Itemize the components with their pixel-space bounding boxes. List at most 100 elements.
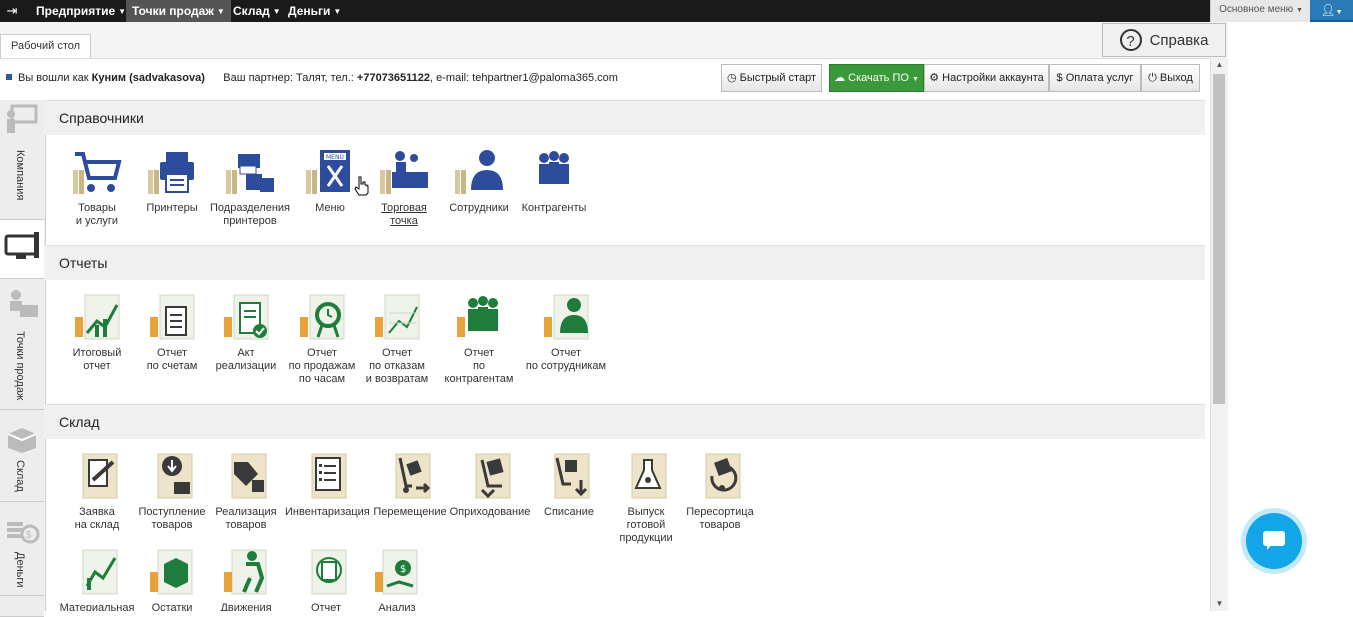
section-header-reports: Отчеты xyxy=(45,245,1205,280)
tab-desktop[interactable]: Рабочий стол xyxy=(0,34,92,58)
wh-item-report[interactable]: Отчет xyxy=(285,548,367,611)
report-item-employees[interactable]: Отчет по сотрудникам xyxy=(525,293,607,373)
chat-bubble-icon xyxy=(1263,531,1285,550)
ref-item-goods[interactable]: Товары и услуги xyxy=(56,148,138,228)
report-item-hourly-sales[interactable]: Отчет по продажам по часам xyxy=(281,293,363,386)
report-item-summary[interactable]: Итоговый отчет xyxy=(56,293,138,373)
tab-bar: Рабочий стол ? Справка xyxy=(0,22,1228,59)
ref-item-printer-groups[interactable]: Подразделения принтеров xyxy=(209,148,291,228)
partner-prefix: Ваш партнер: Талят, тел.: xyxy=(223,72,354,84)
download-label: Скачать ПО xyxy=(848,72,909,84)
contractors-icon xyxy=(539,151,569,184)
payment-label: Оплата услуг xyxy=(1065,72,1134,84)
employees-report-icon xyxy=(544,294,589,340)
report-item-bills[interactable]: Отчет по счетам xyxy=(131,293,213,373)
wh-item-material[interactable]: Материальная xyxy=(56,548,138,611)
sidebar-item-warehouse[interactable]: Склад xyxy=(0,410,44,502)
sidebar-item-pos[interactable] xyxy=(0,220,44,279)
download-button[interactable]: ☁ Скачать ПО ▼ xyxy=(829,64,924,92)
quick-start-label: Быстрый старт xyxy=(739,72,816,84)
logged-prefix: Вы вошли как xyxy=(18,72,89,84)
logout-label: Выход xyxy=(1159,72,1193,84)
wh-item-transfer[interactable]: Перемещение xyxy=(369,452,451,519)
info-bar: Вы вошли как Куним (sadvakasova) Ваш пар… xyxy=(0,62,1210,96)
user-icon: 👤︎ xyxy=(1320,3,1336,17)
report-label-refunds: Отчет по отказам и возвратам xyxy=(365,347,429,385)
account-settings-button[interactable]: ⚙ Настройки аккаунта xyxy=(924,64,1049,92)
wh-item-inventory[interactable]: Инвентаризация xyxy=(285,452,370,519)
nav-money-label: Деньги xyxy=(288,4,331,18)
quick-start-button[interactable]: ◷ Быстрый старт xyxy=(721,64,822,92)
cart-icon xyxy=(73,152,122,194)
login-info: Вы вошли как Куним (sadvakasova) Ваш пар… xyxy=(6,72,618,84)
cloud-download-icon: ☁ xyxy=(834,72,846,84)
scroll-down-arrow-icon[interactable]: ▼ xyxy=(1211,597,1228,611)
main-menu-dropdown[interactable]: Основное меню ▼ xyxy=(1210,0,1311,22)
wh-label-request: Заявка на склад xyxy=(74,506,120,531)
sidebar-item-sales-points[interactable]: Точки продаж xyxy=(0,279,44,410)
nav-warehouse[interactable]: Склад ▼ xyxy=(227,0,287,22)
presentation-icon xyxy=(7,104,38,133)
ref-label-employees: Сотрудники xyxy=(449,202,509,214)
svg-text:MENU: MENU xyxy=(326,154,344,161)
scroll-thumb[interactable] xyxy=(1213,74,1225,404)
wh-item-analysis[interactable]: $ Анализ xyxy=(356,548,438,611)
sales-act-icon xyxy=(224,294,269,340)
goods-sale-icon xyxy=(231,453,267,499)
wh-item-stock[interactable]: Остатки xyxy=(131,548,213,611)
top-navbar: ⇥ Предприятие ▼ Точки продаж ▼ Склад ▼ День… xyxy=(0,0,1353,22)
wh-item-request[interactable]: Заявка на склад xyxy=(56,452,138,532)
hourly-sales-icon xyxy=(300,294,345,340)
dollar-icon: $ xyxy=(1056,72,1063,84)
inventory-icon xyxy=(311,453,347,499)
wh-item-posting[interactable]: Оприходование xyxy=(449,452,531,519)
wh-item-write-off[interactable]: Списание xyxy=(528,452,610,519)
partner-email: , e-mail: tehpartner1@paloma365.com xyxy=(430,72,618,84)
sidebar-item-company[interactable]: Компания xyxy=(0,100,44,220)
write-off-icon xyxy=(554,453,590,499)
nav-sales-points[interactable]: Точки продаж ▼ xyxy=(126,0,231,22)
nav-enterprise-label: Предприятие xyxy=(36,4,116,18)
request-icon xyxy=(82,453,118,499)
user-menu-button[interactable]: 👤︎▼ xyxy=(1310,0,1353,22)
report-label-employees: Отчет по сотрудникам xyxy=(525,347,607,372)
nav-money[interactable]: Деньги ▼ xyxy=(282,0,347,22)
wh-label-write-off: Списание xyxy=(544,506,594,518)
summary-report-icon xyxy=(75,294,120,340)
main-content: Справочники Товары и услуги Принтеры Под… xyxy=(45,100,1205,611)
ref-item-contractors[interactable]: Контрагенты xyxy=(513,148,595,215)
wh-item-goods-sale[interactable]: Реализация товаров xyxy=(205,452,287,532)
vertical-scrollbar[interactable]: ▲ ▼ xyxy=(1210,58,1228,611)
ref-label-printer-groups: Подразделения принтеров xyxy=(210,202,290,227)
scroll-up-arrow-icon[interactable]: ▲ xyxy=(1211,58,1228,72)
hand-cursor-icon xyxy=(354,176,369,196)
report-item-contractors[interactable]: Отчет по контрагентам xyxy=(438,293,520,386)
caret-down-icon: ▼ xyxy=(333,7,342,16)
report-label-summary: Итоговый отчет xyxy=(72,347,122,372)
wh-item-production[interactable]: Выпуск готовой продукции xyxy=(605,452,687,545)
sidebar-item-money[interactable]: $ Деньги xyxy=(0,502,44,596)
wh-label-regrading: Пересортица товаров xyxy=(686,506,754,531)
stock-icon xyxy=(150,549,193,595)
question-icon: ? xyxy=(1119,29,1142,51)
wh-item-receipt[interactable]: Поступление товаров xyxy=(131,452,213,532)
section-title-references: Справочники xyxy=(59,110,144,126)
report-item-sales-act[interactable]: Акт реализации xyxy=(205,293,287,373)
ref-item-printers[interactable]: Принтеры xyxy=(131,148,213,215)
analysis-icon: $ xyxy=(375,549,418,595)
exit-icon[interactable]: ⇥ xyxy=(4,3,20,19)
caret-down-icon: ▼ xyxy=(911,76,919,83)
help-button[interactable]: ? Справка xyxy=(1102,23,1226,57)
wh-label-posting: Оприходование xyxy=(449,506,531,518)
ref-item-store[interactable]: Торговая точка xyxy=(363,148,445,228)
sidebar-item-more[interactable] xyxy=(0,596,44,617)
wh-item-regrading[interactable]: Пересортица товаров xyxy=(679,452,761,532)
logout-button[interactable]: ⏻ Выход xyxy=(1141,64,1200,92)
ref-label-store: Торговая точка xyxy=(381,202,427,227)
ref-item-employees[interactable]: Сотрудники xyxy=(438,148,520,215)
payment-button[interactable]: $ Оплата услуг xyxy=(1049,64,1141,92)
report-item-refunds[interactable]: Отчет по отказам и возвратам xyxy=(356,293,438,386)
wh-item-movements[interactable]: Движения xyxy=(205,548,287,611)
chat-button[interactable] xyxy=(1246,513,1302,569)
nav-enterprise[interactable]: Предприятие ▼ xyxy=(30,0,132,22)
